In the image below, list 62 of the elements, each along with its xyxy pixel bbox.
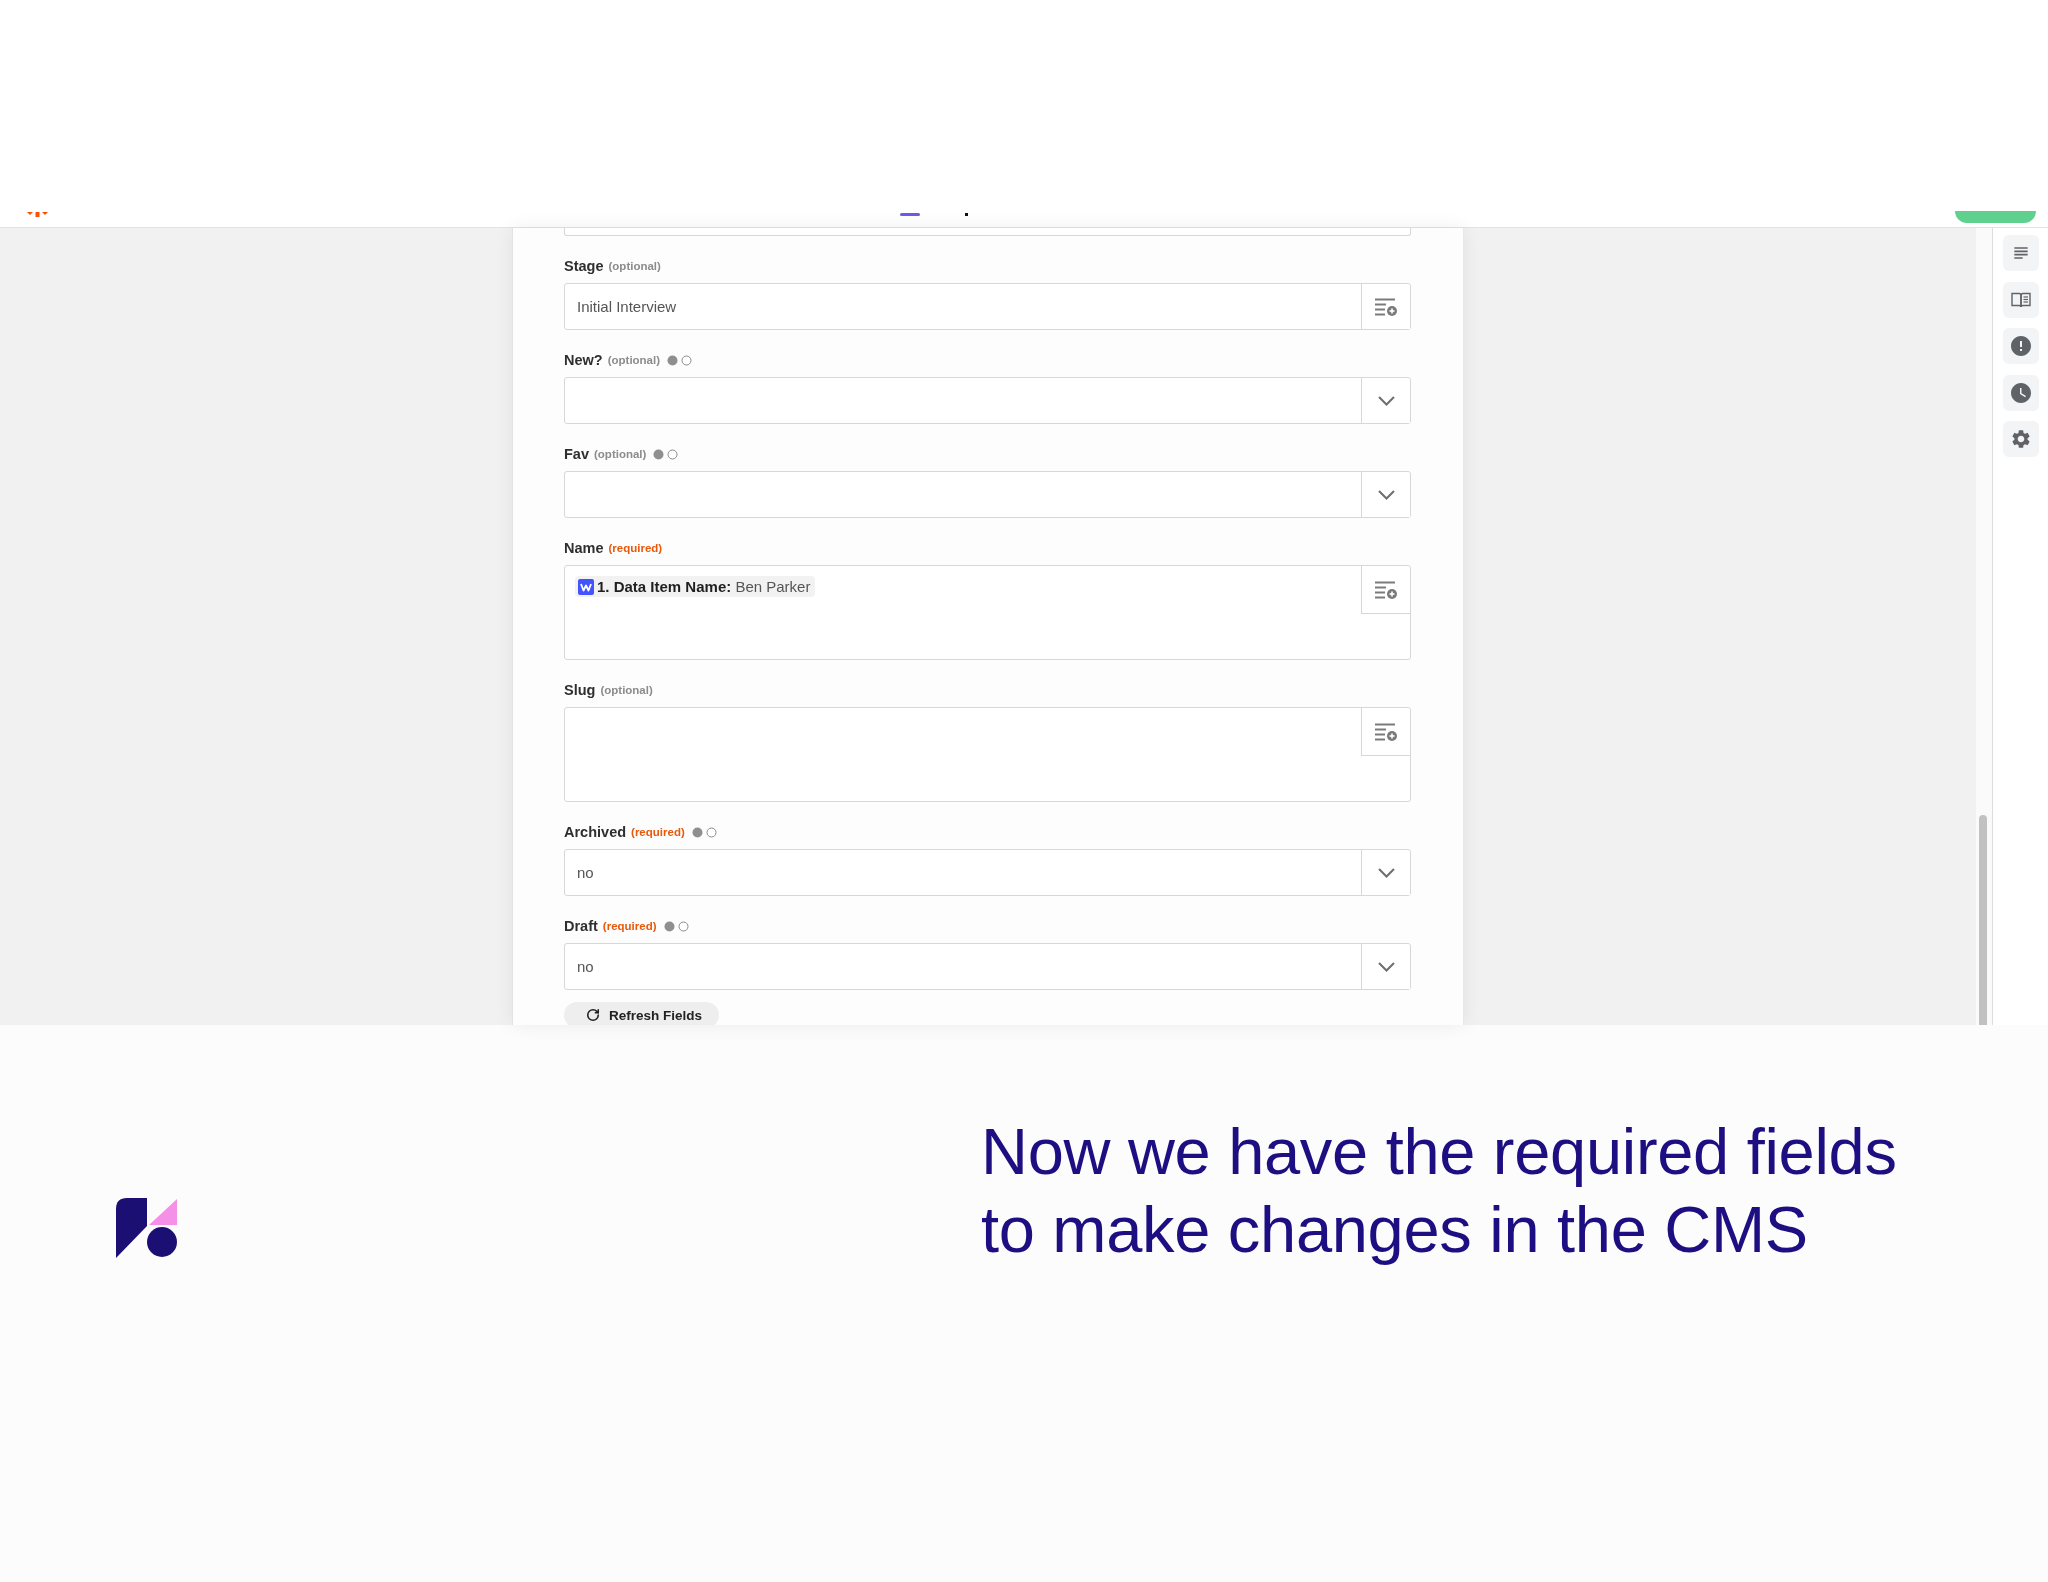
optional-note: (optional) bbox=[608, 260, 661, 272]
field-label: New? bbox=[564, 352, 603, 368]
insert-data-icon bbox=[1375, 722, 1397, 741]
book-icon bbox=[2010, 291, 2031, 308]
select-field[interactable]: no bbox=[564, 943, 1411, 990]
token-text: 1. Data Item Name: Ben Parker bbox=[597, 578, 811, 595]
clock-icon bbox=[2008, 380, 2033, 405]
chevron-down-icon bbox=[1377, 867, 1395, 878]
insert-data-button[interactable] bbox=[1361, 708, 1410, 756]
insert-data-button[interactable] bbox=[1361, 284, 1410, 329]
dropdown-button[interactable] bbox=[1361, 472, 1410, 517]
toolbar-button[interactable] bbox=[1955, 211, 2036, 223]
scrollbar[interactable] bbox=[1979, 815, 1987, 1025]
field-label: Slug bbox=[564, 682, 596, 698]
sidebar-button[interactable] bbox=[2002, 281, 2039, 318]
dropdown-button[interactable] bbox=[1361, 944, 1410, 989]
insert-data-button[interactable] bbox=[1361, 566, 1410, 614]
text-area[interactable]: 1. Data Item Name: Ben Parker bbox=[564, 565, 1411, 660]
select-field[interactable] bbox=[564, 377, 1411, 424]
optional-note: (optional) bbox=[607, 354, 661, 366]
logo-icon bbox=[27, 211, 48, 217]
settings-icon bbox=[2009, 428, 2032, 450]
sidebar-button[interactable] bbox=[2002, 374, 2039, 411]
select-field[interactable]: no bbox=[564, 849, 1411, 896]
refresh-fields-button[interactable]: Refresh Fields bbox=[564, 1002, 720, 1025]
chevron-down-icon bbox=[1377, 395, 1395, 406]
dropdown-button[interactable] bbox=[1361, 378, 1410, 423]
radio-button[interactable] bbox=[667, 354, 679, 366]
required-note: (required) bbox=[631, 826, 685, 838]
sidebar-button[interactable] bbox=[2002, 235, 2039, 271]
insert-data-icon bbox=[1375, 580, 1397, 599]
optional-note: (optional) bbox=[600, 684, 653, 696]
input-field[interactable] bbox=[564, 228, 1411, 236]
app-logo-icon bbox=[578, 578, 594, 595]
radio-button[interactable] bbox=[705, 826, 717, 838]
input-field[interactable]: Initial Interview bbox=[564, 283, 1411, 330]
radio-button[interactable] bbox=[663, 920, 675, 932]
tab-indicator bbox=[900, 213, 920, 216]
radio-button[interactable] bbox=[681, 354, 693, 366]
chevron-down-icon bbox=[1377, 489, 1395, 500]
select-field[interactable] bbox=[564, 471, 1411, 518]
field-label: Stage bbox=[564, 258, 604, 274]
sidebar-button[interactable] bbox=[2002, 421, 2039, 457]
dropdown-button[interactable] bbox=[1361, 850, 1410, 895]
radio-button[interactable] bbox=[667, 448, 679, 460]
field-label: Archived bbox=[564, 824, 627, 840]
refresh-icon bbox=[586, 1008, 600, 1022]
required-note: (required) bbox=[608, 542, 663, 554]
insert-data-icon bbox=[1375, 297, 1397, 316]
chevron-down-icon bbox=[1377, 961, 1395, 972]
caption-text: Now we have the required fields to make changes in the CMS bbox=[981, 1114, 1898, 1268]
logo-icon bbox=[116, 1198, 178, 1258]
field-label: Name bbox=[564, 540, 604, 556]
radio-button[interactable] bbox=[677, 920, 689, 932]
optional-note: (optional) bbox=[594, 448, 647, 460]
required-note: (required) bbox=[602, 920, 657, 932]
radio-button[interactable] bbox=[653, 448, 665, 460]
field-label: Draft bbox=[564, 918, 598, 934]
field-label: Fav bbox=[564, 446, 589, 462]
alert-icon bbox=[2008, 334, 2033, 358]
radio-button[interactable] bbox=[691, 826, 703, 838]
sidebar-button[interactable] bbox=[2002, 328, 2039, 364]
